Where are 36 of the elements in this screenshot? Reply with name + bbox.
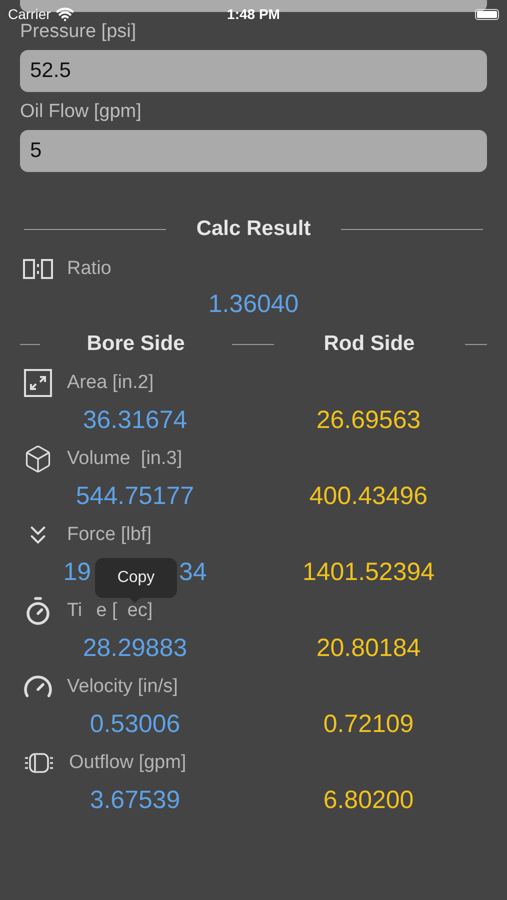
cube-icon [23,444,53,474]
section-title: Calc Result [196,217,311,241]
bore-value: 544.75177 [76,482,194,510]
column-title: Rod Side [322,332,416,356]
rod-value: 400.43496 [309,482,428,510]
wifi-icon [56,5,74,23]
rod-value: 0.72109 [323,710,414,738]
rod-value: 1401.52394 [302,558,435,586]
bore-value: 3.67539 [90,786,180,814]
bore-value: 28.29883 [82,634,188,662]
input-field[interactable]: 52.5 [20,50,487,92]
result-label: Outflow [gpm] [69,752,186,774]
rod-value: 20.80184 [316,634,421,662]
result-label: Ti [67,600,82,622]
bore-value: 34 [179,558,207,586]
column-title: Bore Side [86,332,186,356]
rod-value: 6.80200 [323,786,414,814]
carrier-name: Carrier [8,6,51,22]
cylinder-icon [23,751,55,775]
expand-icon [23,368,53,398]
bore-value: 0.53006 [90,710,180,738]
input-field[interactable]: 5 [20,130,487,172]
field-label: Pressure [psi] [20,20,138,44]
battery-icon [475,8,499,20]
result-label: Area [in.2] [67,372,154,394]
rod-value: 26.69563 [316,406,421,434]
bore-value: 36.31674 [82,406,188,434]
bore-value: 19 [63,558,91,586]
status-time: 1:48 PM [227,6,280,22]
result-label: Velocity [in/s] [67,676,178,698]
result-label: Force [lbf] [67,524,152,546]
field-label: Oil Flow [gpm] [20,100,142,124]
ratio-value: 1.36040 [208,290,299,320]
ratio-icon [23,257,53,281]
result-label: Ratio [67,258,112,280]
result-label: Volume [in.3] [67,448,182,470]
